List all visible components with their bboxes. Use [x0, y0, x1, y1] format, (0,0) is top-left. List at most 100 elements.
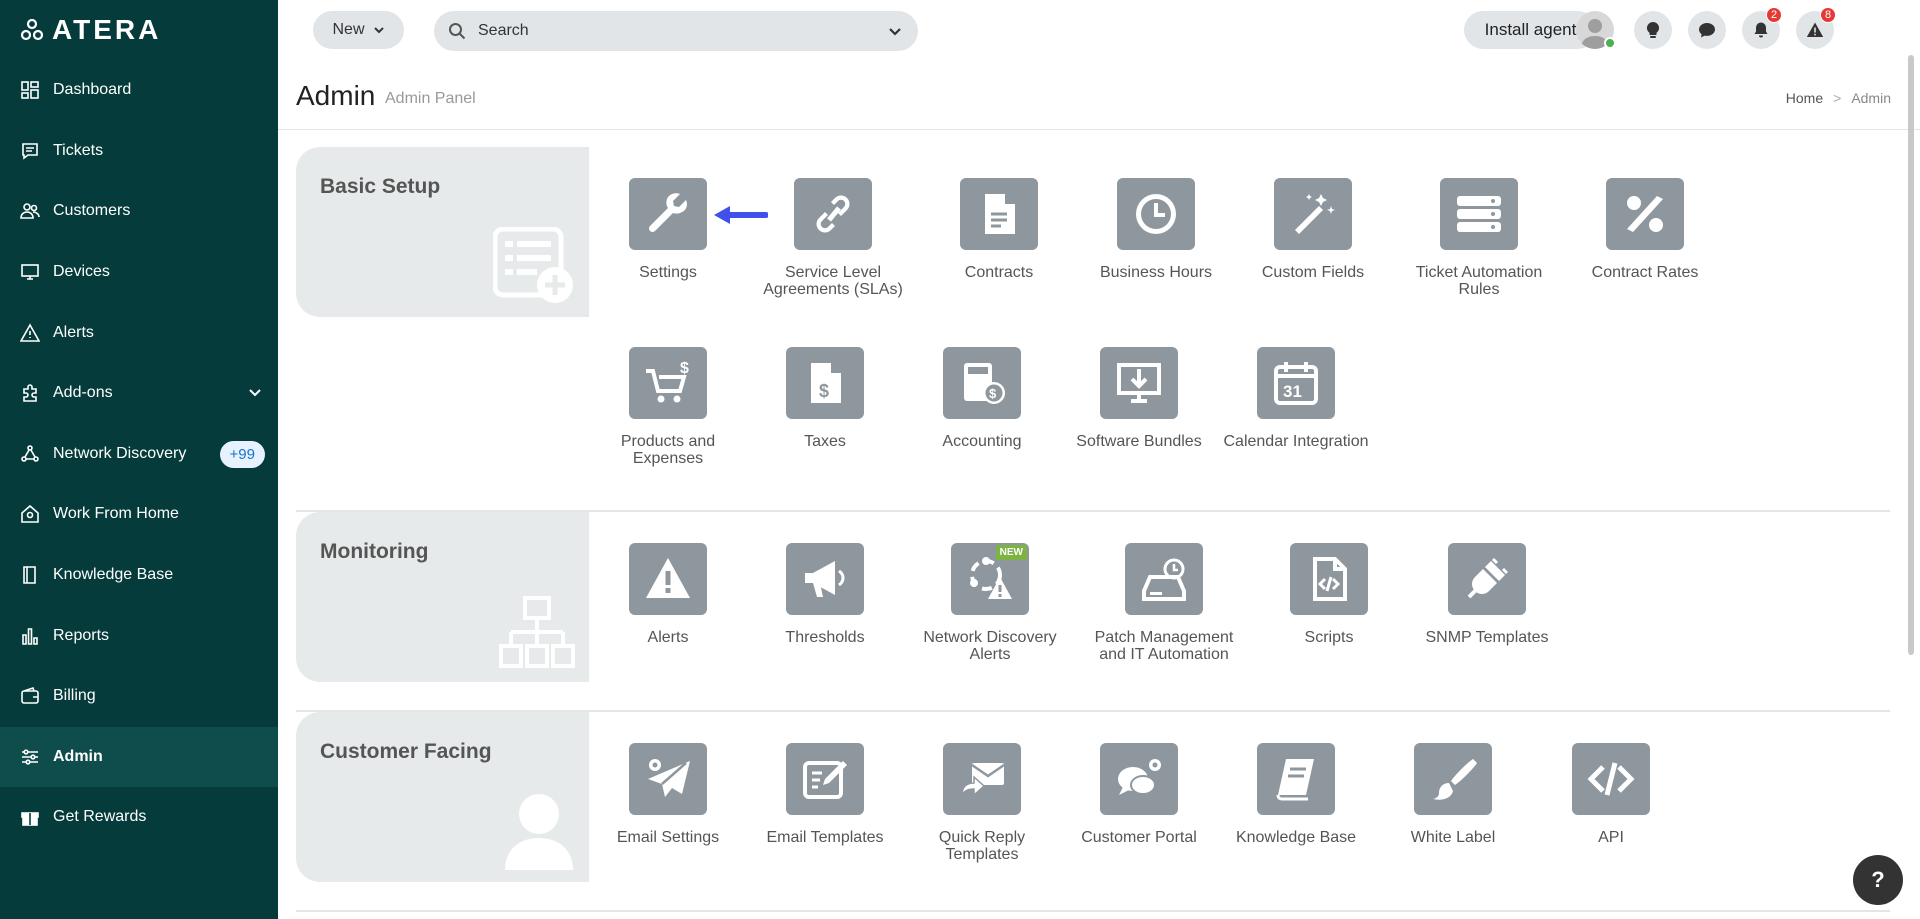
custom-fields-tile-box[interactable] — [1274, 178, 1352, 250]
sidebar-item-billing[interactable]: Billing — [0, 666, 278, 727]
ticket-automation-tile-box[interactable] — [1440, 178, 1518, 250]
tile-customer-portal[interactable]: Customer Portal — [1064, 743, 1214, 846]
server-stack-icon — [1457, 196, 1501, 232]
help-button[interactable]: ? — [1853, 855, 1903, 905]
tile-business-hours[interactable]: Business Hours — [1081, 178, 1231, 281]
breadcrumb-home[interactable]: Home — [1786, 90, 1823, 106]
tile-quick-reply-templates[interactable]: Quick Reply Templates — [907, 743, 1057, 863]
person-icon — [505, 794, 573, 870]
products-tile-box[interactable]: $ — [629, 347, 707, 419]
calendar-tile-box[interactable]: 31 — [1257, 347, 1335, 419]
tile-label: Thresholds — [785, 629, 865, 646]
chevron-down-icon[interactable] — [888, 25, 902, 39]
tile-network-discovery-alerts[interactable]: NEW Network Discovery Alerts — [915, 543, 1065, 663]
tile-custom-fields[interactable]: Custom Fields — [1238, 178, 1388, 281]
tile-alerts[interactable]: Alerts — [593, 543, 743, 646]
scripts-tile-box[interactable] — [1290, 543, 1368, 615]
sidebar-item-get-rewards[interactable]: Get Rewards — [0, 787, 278, 848]
tile-email-templates[interactable]: Email Templates — [750, 743, 900, 846]
tile-ticket-automation-rules[interactable]: Ticket Automation Rules — [1404, 178, 1554, 298]
snmp-templates-tile-box[interactable] — [1448, 543, 1526, 615]
taxes-tile-box[interactable]: $ — [786, 347, 864, 419]
tile-label: Quick Reply Templates — [938, 829, 1026, 863]
clock-icon — [1136, 194, 1176, 234]
sidebar-item-label: Alerts — [53, 323, 94, 341]
quick-reply-tile-box[interactable] — [943, 743, 1021, 815]
tile-calendar-integration[interactable]: 31 Calendar Integration — [1221, 347, 1371, 450]
tile-patch-management[interactable]: Patch Management and IT Automation — [1089, 543, 1239, 663]
sidebar-nav: Dashboard Tickets Customers Devices Aler… — [0, 60, 278, 848]
network-discovery-alerts-tile-box[interactable]: NEW — [951, 543, 1029, 615]
chevron-down-icon[interactable] — [248, 385, 262, 404]
download-monitor-icon — [1117, 363, 1161, 403]
thresholds-tile-box[interactable] — [786, 543, 864, 615]
alerts-button[interactable]: 8 — [1796, 7, 1836, 49]
customer-portal-tile-box[interactable] — [1100, 743, 1178, 815]
sidebar-item-work-from-home[interactable]: Work From Home — [0, 484, 278, 545]
alerts-tile-box[interactable] — [629, 543, 707, 615]
tile-software-bundles[interactable]: Software Bundles — [1064, 347, 1214, 450]
tile-api[interactable]: API — [1536, 743, 1686, 846]
tile-contract-rates[interactable]: Contract Rates — [1570, 178, 1720, 281]
scrollbar[interactable] — [1908, 55, 1914, 655]
sliders-icon — [20, 747, 40, 767]
tile-snmp-templates[interactable]: SNMP Templates — [1412, 543, 1562, 646]
puzzle-icon — [20, 383, 40, 403]
business-hours-tile-box[interactable] — [1117, 178, 1195, 250]
breadcrumb-current: Admin — [1851, 90, 1891, 106]
tile-taxes[interactable]: $ Taxes — [750, 347, 900, 450]
svg-text:$: $ — [680, 360, 689, 377]
edit-template-icon — [803, 761, 847, 799]
network-alert-icon — [970, 557, 1012, 599]
tile-accounting[interactable]: $ Accounting — [907, 347, 1057, 450]
drive-clock-icon — [1142, 558, 1186, 601]
knowledge-base-tile-box[interactable] — [1257, 743, 1335, 815]
tile-label: Products and Expenses — [620, 433, 716, 467]
tile-slas[interactable]: Service Level Agreements (SLAs) — [758, 178, 908, 298]
sidebar-item-reports[interactable]: Reports — [0, 605, 278, 666]
email-settings-tile-box[interactable] — [629, 743, 707, 815]
tile-email-settings[interactable]: Email Settings — [593, 743, 743, 846]
tile-contracts[interactable]: Contracts — [924, 178, 1074, 281]
section-title: Basic Setup — [320, 175, 441, 198]
email-templates-tile-box[interactable] — [786, 743, 864, 815]
sidebar-item-customers[interactable]: Customers — [0, 181, 278, 242]
tile-white-label[interactable]: White Label — [1378, 743, 1528, 846]
tile-label: Contract Rates — [1591, 264, 1699, 281]
contract-rates-tile-box[interactable] — [1606, 178, 1684, 250]
sidebar-item-network-discovery[interactable]: Network Discovery +99 — [0, 424, 278, 485]
patch-management-tile-box[interactable] — [1125, 543, 1203, 615]
slas-tile-box[interactable] — [794, 178, 872, 250]
lightbulb-button[interactable] — [1634, 11, 1672, 49]
tile-label: Customer Portal — [1081, 829, 1197, 846]
accounting-tile-box[interactable]: $ — [943, 347, 1021, 419]
tile-products-and-expenses[interactable]: $ Products and Expenses — [593, 347, 743, 467]
notifications-button[interactable]: 2 — [1742, 7, 1782, 49]
software-bundles-tile-box[interactable] — [1100, 347, 1178, 419]
chat-icon — [1699, 23, 1715, 38]
sidebar-item-add-ons[interactable]: Add-ons — [0, 363, 278, 424]
sidebar-item-devices[interactable]: Devices — [0, 242, 278, 303]
chat-button[interactable] — [1688, 11, 1726, 49]
sidebar-item-tickets[interactable]: Tickets — [0, 121, 278, 182]
search-bar[interactable] — [434, 11, 918, 51]
tile-label: Taxes — [804, 433, 846, 450]
sidebar-item-alerts[interactable]: Alerts — [0, 302, 278, 363]
paper-plane-gear-icon — [648, 759, 690, 797]
search-input[interactable] — [478, 22, 858, 40]
sidebar-item-admin[interactable]: Admin — [0, 726, 278, 788]
atera-logo[interactable]: ATERA — [20, 14, 161, 46]
contracts-tile-box[interactable] — [960, 178, 1038, 250]
api-tile-box[interactable] — [1572, 743, 1650, 815]
sidebar-item-knowledge-base[interactable]: Knowledge Base — [0, 545, 278, 606]
page-subtitle: Admin Panel — [385, 90, 476, 107]
tile-knowledge-base[interactable]: Knowledge Base — [1221, 743, 1371, 846]
tile-thresholds[interactable]: Thresholds — [750, 543, 900, 646]
white-label-tile-box[interactable] — [1414, 743, 1492, 815]
settings-tile-box[interactable] — [629, 178, 707, 250]
breadcrumb-separator: > — [1833, 90, 1842, 106]
tile-settings[interactable]: Settings — [593, 178, 743, 281]
new-button[interactable]: New — [313, 11, 404, 49]
sidebar-item-dashboard[interactable]: Dashboard — [0, 60, 278, 121]
tile-scripts[interactable]: Scripts — [1254, 543, 1404, 646]
